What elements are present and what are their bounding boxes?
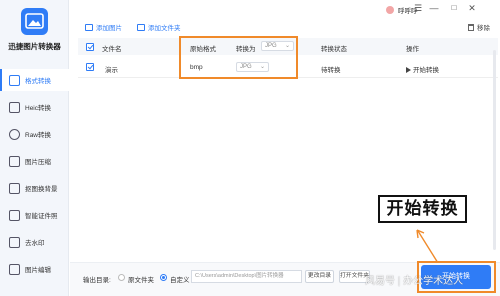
sidebar-item-id-photo[interactable]: 智能证件照: [0, 204, 69, 226]
avatar: [386, 6, 394, 14]
image-edit-icon: [9, 263, 20, 275]
header-action: 操作: [406, 46, 419, 53]
sidebar-item-label: 智能证件照: [25, 213, 58, 220]
close-icon[interactable]: ✕: [466, 3, 478, 14]
row-status: 待转换: [321, 67, 341, 74]
add-folder-icon: [137, 23, 145, 31]
remove-button[interactable]: 移除: [468, 22, 490, 32]
watermark-remove-icon: [9, 236, 20, 248]
format-convert-icon: [9, 74, 20, 86]
id-photo-icon: [9, 209, 20, 221]
row-checkbox[interactable]: [86, 63, 94, 71]
add-image-icon: [85, 23, 93, 31]
sidebar-item-label: Raw转换: [25, 132, 52, 139]
sidebar-item-label: Heic转换: [25, 105, 52, 112]
radio-custom[interactable]: [160, 274, 167, 281]
sidebar-item-label: 格式转换: [25, 78, 51, 85]
sidebar-item-label: 去水印: [25, 240, 45, 247]
trash-icon: [468, 23, 474, 31]
sidebar-item-label: 图片编辑: [25, 267, 51, 274]
output-path-field[interactable]: C:\Users\admin\Desktop\图片转换器: [191, 270, 302, 283]
sidebar: 迅捷图片转换器 格式转换 Heic转换 Raw转换 图片压缩 抠图换背景 智能证…: [0, 0, 69, 296]
row-start-action[interactable]: 开始转换: [406, 64, 439, 74]
output-dir-label: 输出目录:: [83, 277, 111, 284]
sidebar-item-cutout[interactable]: 抠图换背景: [0, 177, 69, 199]
radio-source-folder-label: 原文件夹: [128, 277, 154, 284]
app-name: 迅捷图片转换器: [8, 42, 61, 51]
sidebar-item-compress[interactable]: 图片压缩: [0, 150, 69, 172]
sidebar-item-heic[interactable]: Heic转换: [0, 96, 69, 118]
sidebar-item-image-edit[interactable]: 图片编辑: [0, 258, 69, 280]
watermark-text: 风易号 | 办公学术达人: [365, 276, 464, 287]
image-logo-icon: [25, 13, 44, 29]
compress-icon: [9, 155, 20, 167]
select-all-checkbox[interactable]: [86, 43, 94, 51]
heic-icon: [9, 101, 20, 113]
add-image-button[interactable]: 添加图片: [85, 22, 122, 32]
sidebar-item-raw[interactable]: Raw转换: [0, 123, 69, 145]
sidebar-item-format-convert[interactable]: 格式转换: [0, 69, 69, 91]
change-dir-button[interactable]: 更改目录: [305, 270, 334, 283]
menu-icon[interactable]: ☰: [412, 3, 424, 14]
raw-icon: [9, 128, 20, 140]
app-logo: [21, 8, 48, 35]
add-folder-label: 添加文件夹: [148, 25, 181, 32]
header-status: 转换状态: [321, 46, 347, 53]
row-file-name: 演示: [105, 67, 118, 74]
header-name: 文件名: [102, 46, 122, 53]
minimize-icon[interactable]: —: [428, 3, 440, 13]
sidebar-item-watermark-remove[interactable]: 去水印: [0, 231, 69, 253]
remove-label: 移除: [477, 25, 490, 32]
radio-custom-label: 自定义: [170, 277, 190, 284]
format-highlight-box: [179, 36, 298, 79]
maximize-icon[interactable]: □: [448, 3, 460, 12]
play-icon: [406, 67, 411, 73]
cutout-icon: [9, 182, 20, 194]
radio-source-folder[interactable]: [118, 274, 125, 281]
callout-label: 开始转换: [378, 195, 467, 223]
sidebar-item-label: 图片压缩: [25, 159, 51, 166]
add-image-label: 添加图片: [96, 25, 122, 32]
row-action-label: 开始转换: [413, 67, 439, 74]
sidebar-item-label: 抠图换背景: [25, 186, 58, 193]
add-folder-button[interactable]: 添加文件夹: [137, 22, 181, 32]
scrollbar[interactable]: [493, 50, 496, 250]
